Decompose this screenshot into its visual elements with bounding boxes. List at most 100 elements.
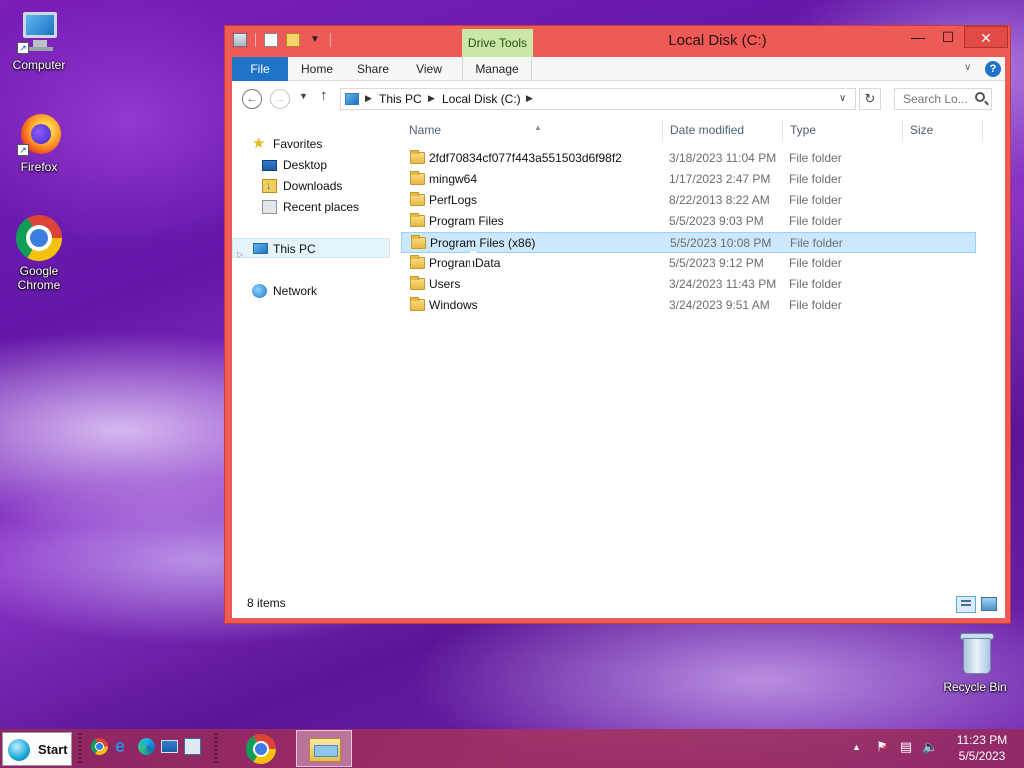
status-bar: 8 items: [232, 587, 1005, 618]
nav-item-desktop[interactable]: Desktop: [232, 155, 390, 175]
desktop-icon-label: Computer: [12, 58, 66, 72]
table-row[interactable]: Users 3/24/2023 11:43 PM File folder: [404, 274, 1004, 295]
tab-manage[interactable]: Manage: [462, 57, 532, 81]
tab-file[interactable]: File: [232, 57, 288, 81]
system-clock[interactable]: 11:23 PM 5/5/2023: [940, 732, 1024, 764]
show-hidden-icons-icon[interactable]: ▲: [852, 742, 861, 752]
chrome-icon[interactable]: [91, 738, 108, 755]
toolbar-grip[interactable]: [78, 733, 82, 765]
toolbar-grip[interactable]: [214, 733, 218, 765]
desktop-icon-label: Google Chrome: [17, 264, 61, 292]
column-divider[interactable]: [982, 119, 983, 141]
large-icons-view-icon[interactable]: [981, 597, 997, 611]
file-name: mingw64: [429, 172, 478, 186]
address-dropdown-icon[interactable]: ∨: [839, 93, 846, 104]
search-input[interactable]: Search Lo...: [894, 88, 992, 110]
file-name: PerfLogs: [429, 193, 478, 207]
address-bar[interactable]: ▶ This PC ▶ Local Disk (C:) ▶ ∨: [340, 88, 856, 110]
folder-icon: [411, 235, 426, 249]
nav-item-label: Network: [273, 284, 318, 298]
refresh-button[interactable]: ↻: [859, 88, 881, 110]
address-row: ← → ▼ ↑ ▶ This PC ▶ Local Disk (C:) ▶ ∨ …: [232, 81, 1005, 117]
nav-item-this-pc[interactable]: ▷ This PC: [232, 238, 390, 259]
table-row-selected[interactable]: Program Files (x86) 5/5/2023 10:08 PM Fi…: [401, 232, 976, 253]
remote-desktop-icon[interactable]: [184, 738, 201, 755]
file-date-modified: 3/18/2023 11:04 PM: [669, 151, 777, 165]
table-row[interactable]: mingw64 1/17/2023 2:47 PM File folder: [404, 169, 1004, 190]
desktop-icon-recycle-bin[interactable]: Recycle Bin: [936, 630, 1014, 694]
table-row[interactable]: 2fdf70834cf077f443a551503d6f98f2 3/18/20…: [404, 148, 1004, 169]
nav-item-favorites[interactable]: ★ Favorites: [232, 134, 390, 154]
taskbar-app-file-explorer[interactable]: [296, 730, 352, 767]
nav-item-recent-places[interactable]: Recent places: [232, 197, 390, 217]
minimize-button[interactable]: —: [905, 26, 931, 48]
start-button[interactable]: Start: [2, 732, 72, 766]
breadcrumb-separator-icon[interactable]: ▶: [365, 93, 372, 104]
expand-ribbon-icon[interactable]: ∨: [964, 62, 971, 73]
folder-icon: [410, 255, 425, 269]
back-button[interactable]: ←: [242, 89, 262, 109]
volume-muted-icon[interactable]: 🔈: [922, 739, 938, 755]
column-divider[interactable]: [782, 119, 783, 141]
desktop-folder-icon: [262, 160, 277, 171]
nav-item-network[interactable]: Network: [232, 281, 390, 301]
column-header-name[interactable]: Name ▲: [409, 117, 659, 143]
network-status-icon[interactable]: ▤: [898, 739, 914, 755]
taskbar-app-chrome[interactable]: [234, 730, 290, 767]
window-title: Local Disk (C:): [668, 32, 767, 49]
action-center-flag-icon[interactable]: ⚑: [874, 739, 890, 755]
tab-share[interactable]: Share: [350, 57, 396, 81]
file-name: Program Files: [429, 214, 504, 228]
ribbon-tabs: File Home Share View Manage ∨ ?: [232, 57, 1005, 81]
column-header-size[interactable]: Size: [910, 117, 980, 143]
file-date-modified: 8/22/2013 8:22 AM: [669, 193, 770, 207]
breadcrumb-separator-icon[interactable]: ▶: [428, 93, 435, 104]
tab-view[interactable]: View: [406, 57, 452, 81]
up-button[interactable]: ↑: [320, 87, 328, 104]
forward-button[interactable]: →: [270, 89, 290, 109]
desktop-icon-computer[interactable]: ↗ Computer: [0, 8, 78, 72]
table-row[interactable]: Program Files 5/5/2023 9:03 PM File fold…: [404, 211, 1004, 232]
folder-icon: [410, 171, 425, 185]
column-divider[interactable]: [662, 119, 663, 141]
internet-explorer-icon[interactable]: e: [115, 737, 132, 755]
file-name: Users: [429, 277, 461, 291]
close-button[interactable]: ✕: [964, 26, 1008, 48]
downloads-icon: [262, 176, 277, 196]
column-header-date-modified[interactable]: Date modified: [670, 117, 780, 143]
table-row[interactable]: ProgramData 5/5/2023 9:12 PM File folder: [404, 253, 1004, 274]
clock-time: 11:23 PM: [956, 733, 1008, 747]
breadcrumb-local-disk[interactable]: Local Disk (C:): [442, 92, 521, 106]
table-row[interactable]: PerfLogs 8/22/2013 8:22 AM File folder: [404, 190, 1004, 211]
help-icon[interactable]: ?: [985, 61, 1001, 77]
edge-icon[interactable]: [138, 738, 155, 755]
nav-item-downloads[interactable]: Downloads: [232, 176, 390, 196]
recent-locations-dropdown-icon[interactable]: ▼: [299, 91, 308, 101]
title-bar[interactable]: ▼ Drive Tools Local Disk (C:) — ☐ ✕: [225, 26, 1010, 57]
column-divider[interactable]: [902, 119, 903, 141]
network-icon: [252, 284, 267, 298]
desktop-icon-chrome[interactable]: Google Chrome: [0, 214, 78, 292]
file-date-modified: 5/5/2023 9:03 PM: [669, 214, 764, 228]
breadcrumb-this-pc[interactable]: This PC: [379, 92, 422, 106]
show-desktop-icon[interactable]: [161, 740, 178, 753]
file-date-modified: 1/17/2023 2:47 PM: [669, 172, 771, 186]
file-name: Program Files (x86): [430, 236, 536, 250]
maximize-button[interactable]: ☐: [935, 26, 961, 48]
column-header-type[interactable]: Type: [790, 117, 900, 143]
folder-icon: [410, 150, 425, 164]
file-date-modified: 5/5/2023 9:12 PM: [669, 256, 764, 270]
table-row[interactable]: Windows 3/24/2023 9:51 AM File folder: [404, 295, 1004, 316]
tab-home[interactable]: Home: [294, 57, 340, 81]
file-name: Windows: [429, 298, 478, 312]
details-view-icon[interactable]: [956, 596, 976, 613]
item-count: 8 items: [247, 596, 286, 610]
navigation-pane: ★ Favorites Desktop Downloads Recent pla…: [232, 117, 390, 587]
search-icon: [975, 92, 985, 102]
file-type: File folder: [789, 193, 842, 207]
breadcrumb-separator-icon[interactable]: ▶: [526, 93, 533, 104]
desktop-icon-firefox[interactable]: ↗ Firefox: [0, 110, 78, 174]
expand-chevron-icon[interactable]: ▷: [237, 245, 243, 265]
file-type: File folder: [789, 256, 842, 270]
file-rows: 2fdf70834cf077f443a551503d6f98f2 3/18/20…: [401, 148, 1004, 316]
